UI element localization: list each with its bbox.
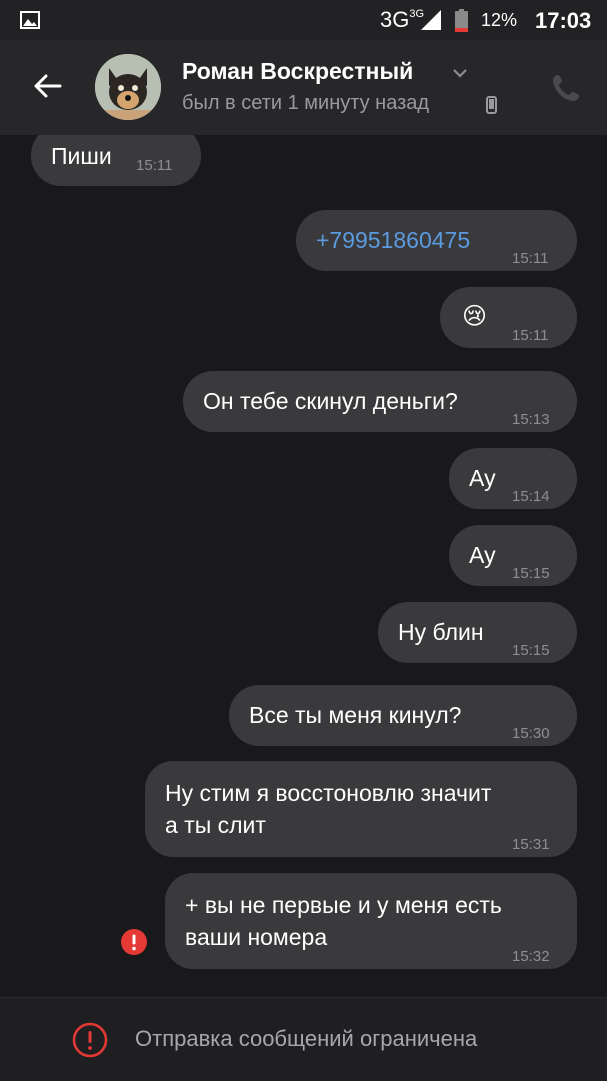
status-bar: 3G3G 12% 17:03 [0, 0, 607, 40]
chevron-down-icon[interactable] [452, 67, 468, 79]
message-time: 15:14 [512, 488, 550, 505]
clock: 17:03 [535, 8, 592, 33]
message-restriction-bar: Отправка сообщений ограничена [0, 997, 607, 1081]
mobile-phone-icon [486, 96, 497, 114]
message-time: 15:11 [512, 327, 549, 344]
avatar[interactable] [95, 54, 161, 120]
message-bubble[interactable]: Он тебе скинул деньги? 15:13 [183, 371, 577, 432]
chat-header: Роман Воскрестный был в сети 1 минуту на… [0, 40, 607, 135]
message-text: + вы не первые и у меня есть ваши номера [185, 892, 502, 950]
message-bubble[interactable]: Ну блин 15:15 [378, 602, 577, 663]
contact-name[interactable]: Роман Воскрестный [182, 58, 413, 85]
message-time: 15:13 [512, 411, 550, 428]
warning-icon [72, 1022, 108, 1058]
message-text: Ну блин [398, 619, 484, 645]
signal-icon [421, 10, 441, 30]
message-bubble[interactable]: 😢 15:11 [440, 287, 577, 348]
message-time: 15:32 [512, 948, 550, 965]
message-time: 15:30 [512, 725, 550, 742]
message-bubble[interactable]: Ау 15:15 [449, 525, 577, 586]
message-time: 15:15 [512, 642, 550, 659]
message-time: 15:11 [512, 250, 549, 267]
gallery-icon [20, 11, 40, 29]
message-bubble-failed[interactable]: + вы не первые и у меня есть ваши номера… [165, 873, 577, 969]
battery-level: 12% [481, 10, 518, 30]
online-status: был в сети 1 минуту назад [182, 92, 430, 114]
phone-call-icon[interactable] [550, 72, 582, 104]
message-text: Пиши [51, 143, 112, 169]
emoji-crying: 😢 [462, 303, 488, 330]
message-bubble[interactable]: Все ты меня кинул? 15:30 [229, 685, 577, 746]
message-text: Ау [469, 465, 496, 491]
message-text: Ну стим я восстоновлю значит а ты слит [165, 780, 492, 838]
error-icon[interactable] [121, 929, 147, 955]
message-bubble[interactable]: +79951860475 15:11 [296, 210, 577, 271]
message-time: 15:11 [136, 157, 173, 174]
message-text: Ау [469, 542, 496, 568]
message-list: Пиши 15:11 +79951860475 15:11 😢 15:11 Он… [0, 135, 607, 997]
restriction-text: Отправка сообщений ограничена [135, 1026, 478, 1051]
message-text: Он тебе скинул деньги? [203, 388, 458, 414]
message-time: 15:15 [512, 565, 550, 582]
message-bubble[interactable]: Ау 15:14 [449, 448, 577, 509]
phone-number-link[interactable]: +79951860475 [316, 224, 470, 256]
dog-avatar-image [95, 54, 161, 120]
message-time: 15:31 [512, 836, 550, 853]
battery-icon [455, 9, 468, 32]
network-indicator: 3G3G [380, 7, 425, 32]
message-bubble[interactable]: Ну стим я восстоновлю значит а ты слит 1… [145, 761, 577, 857]
back-arrow-icon[interactable] [30, 68, 66, 104]
message-bubble-incoming[interactable]: Пиши 15:11 [31, 135, 201, 186]
message-text: Все ты меня кинул? [249, 702, 462, 728]
